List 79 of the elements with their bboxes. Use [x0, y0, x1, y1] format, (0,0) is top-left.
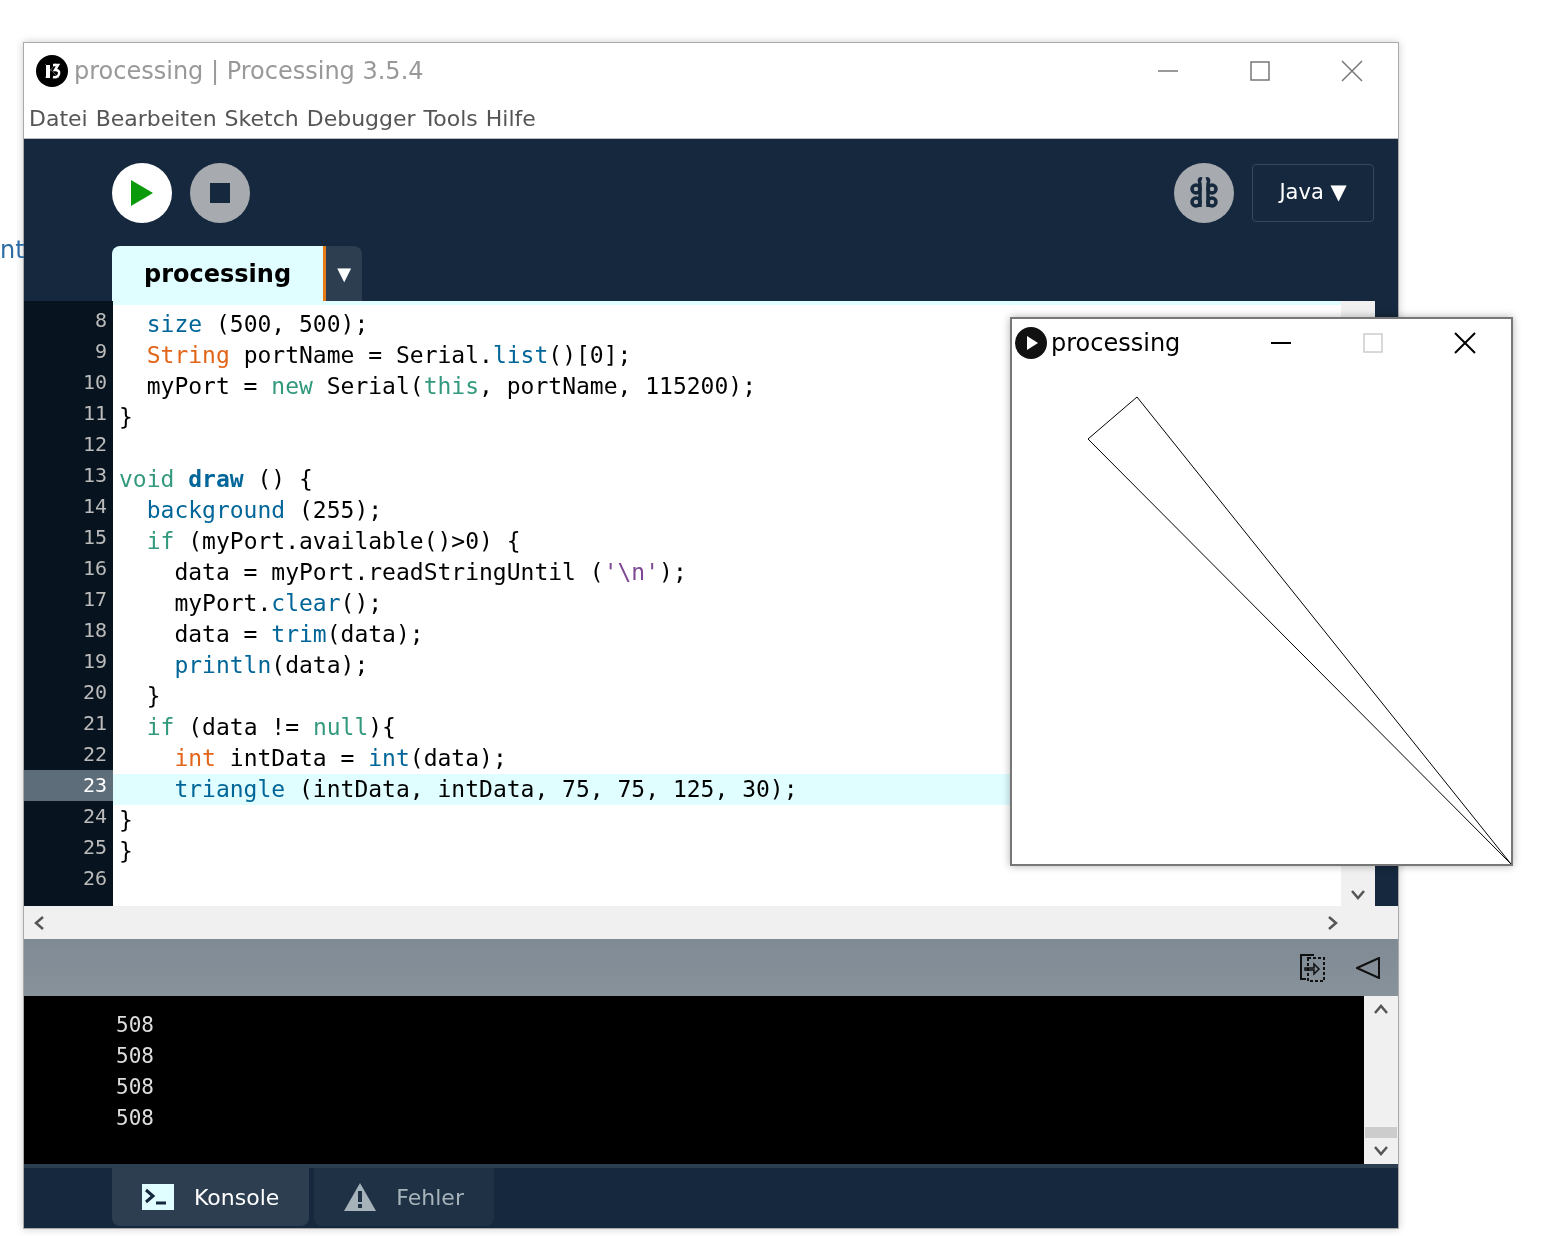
- triangle-left-icon: [1356, 957, 1380, 979]
- line-number: 22: [81, 741, 108, 768]
- warning-icon: [344, 1183, 377, 1211]
- mode-dropdown[interactable]: Java ▼: [1252, 163, 1374, 222]
- code-line: }: [119, 806, 133, 835]
- line-number: 26: [81, 865, 108, 892]
- line-number: 13: [81, 462, 108, 489]
- console-line: 508: [116, 1012, 155, 1039]
- line-number: 16: [81, 555, 108, 582]
- code-line: myPort = new Serial(this, portName, 115200);: [145, 372, 756, 401]
- line-number: 19: [81, 648, 108, 675]
- page-text-fragment: nt: [0, 235, 25, 266]
- code-line: }: [119, 837, 133, 866]
- sketch-window-title: processing: [1051, 328, 1181, 359]
- terminal-icon: [142, 1184, 174, 1210]
- console-tab[interactable]: Fehler: [314, 1168, 494, 1226]
- maximize-icon: [1250, 61, 1270, 81]
- menu-item[interactable]: Debugger: [306, 102, 416, 135]
- line-number: 20: [81, 679, 108, 706]
- code-line: if (myPort.available()>0) {: [145, 527, 521, 556]
- code-line: }: [145, 682, 161, 711]
- minimize-icon: [1271, 341, 1291, 345]
- code-line: data = trim(data);: [173, 620, 424, 649]
- play-logo-icon: [1015, 327, 1047, 359]
- code-line: int intData = int(data);: [173, 744, 507, 773]
- code-line: String portName = Serial.list()[0];: [145, 341, 632, 370]
- console-line: 508: [116, 1105, 155, 1132]
- editor-tab[interactable]: processing: [112, 246, 327, 301]
- code-line: background (255);: [145, 496, 383, 525]
- line-number: 11: [81, 400, 108, 427]
- copy-icon: [1300, 953, 1326, 982]
- maximize-icon: [1363, 333, 1383, 353]
- menu-item[interactable]: Hilfe: [485, 102, 536, 135]
- close-icon: [1341, 60, 1363, 82]
- line-number: 9: [93, 338, 108, 365]
- scrollbar-thumb[interactable]: [1365, 1127, 1397, 1138]
- line-number: 24: [81, 803, 108, 830]
- code-line: void draw () {: [119, 465, 313, 494]
- console-line: 508: [116, 1074, 155, 1101]
- line-number: 8: [93, 307, 108, 334]
- menu-item[interactable]: Bearbeiten: [95, 102, 217, 135]
- line-number: 21: [81, 710, 108, 737]
- stop-icon: [210, 182, 230, 203]
- chevron-left-icon: [34, 915, 44, 930]
- code-line: }: [119, 403, 133, 432]
- close-icon: [1454, 332, 1476, 354]
- chevron-down-icon: [1351, 890, 1365, 900]
- console-line: 508: [116, 1043, 155, 1070]
- line-number: 12: [81, 431, 108, 458]
- line-number: 23: [24, 770, 113, 801]
- console-tab[interactable]: Konsole: [112, 1168, 310, 1226]
- line-number: 10: [81, 369, 108, 396]
- line-number: 18: [81, 617, 108, 644]
- code-line: if (data != null){: [145, 713, 396, 742]
- line-number: 17: [81, 586, 108, 613]
- chevron-up-icon: [1374, 1004, 1388, 1014]
- line-number: 25: [81, 834, 108, 861]
- app-logo-icon: [36, 55, 68, 87]
- code-line: myPort.clear();: [173, 589, 383, 618]
- menu-item[interactable]: Sketch: [224, 102, 299, 135]
- chevron-down-icon: [1374, 1146, 1388, 1156]
- chevron-right-icon: [1328, 915, 1338, 930]
- minimize-icon: [1158, 70, 1178, 72]
- code-line: println(data);: [173, 651, 369, 680]
- line-number: 14: [81, 493, 108, 520]
- line-number: 15: [81, 524, 108, 551]
- menu-item[interactable]: Datei: [29, 102, 88, 135]
- horizontal-scrollbar[interactable]: [24, 906, 1398, 939]
- console-scrollbar[interactable]: [1364, 996, 1398, 1164]
- window-title: processing | Processing 3.5.4: [74, 56, 424, 87]
- butterfly-icon: [1188, 175, 1220, 210]
- code-line: triangle (intData, intData, 75, 75, 125, 30);: [173, 775, 798, 804]
- code-line: size (500, 500);: [145, 310, 369, 339]
- collapse-button[interactable]: [1356, 955, 1380, 980]
- menu-item[interactable]: Tools: [423, 102, 478, 135]
- tab-menu-button[interactable]: ▼: [326, 246, 363, 301]
- code-line: data = myPort.readStringUntil ('\n');: [173, 558, 687, 587]
- copy-button[interactable]: [1300, 953, 1326, 982]
- play-icon: [131, 179, 153, 206]
